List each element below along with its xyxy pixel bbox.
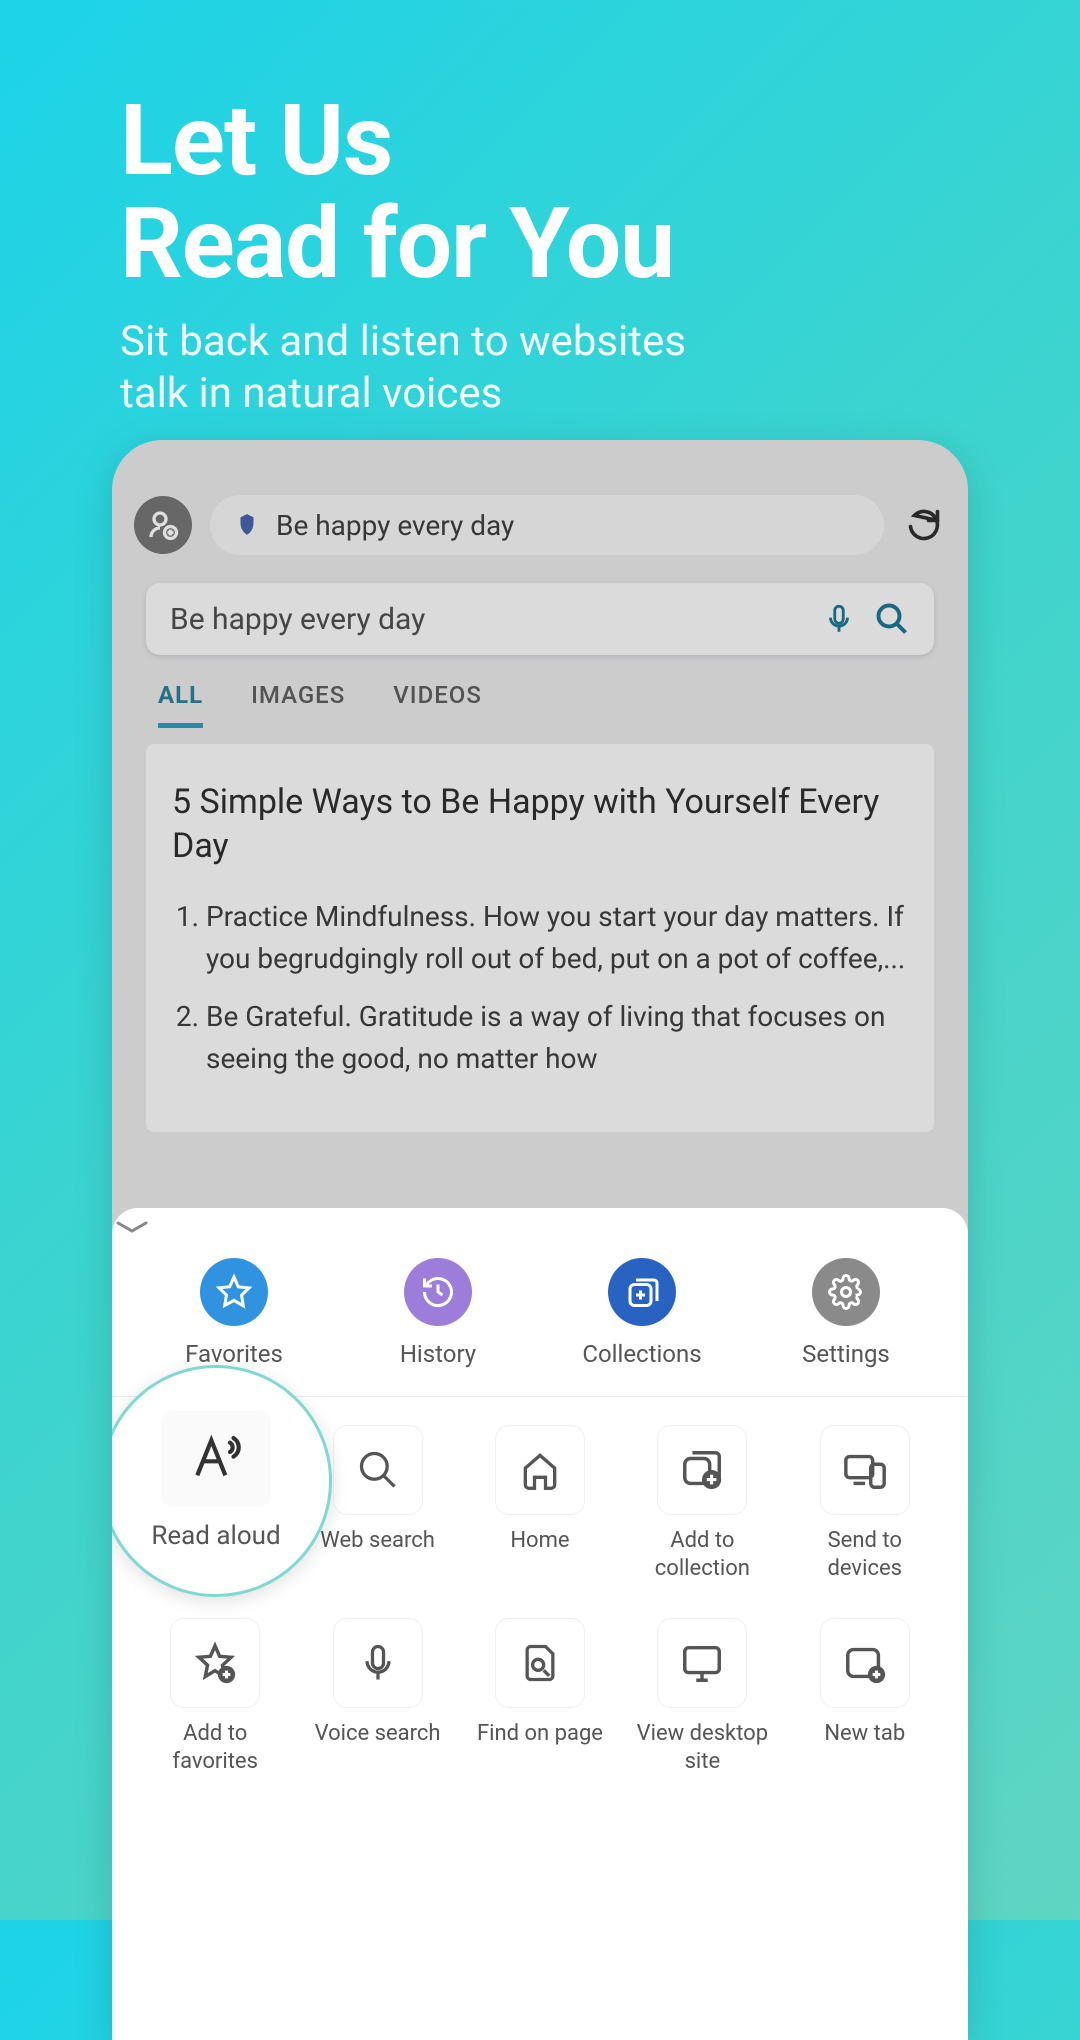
voice-search-tile <box>333 1618 423 1708</box>
history-icon <box>420 1274 456 1310</box>
collections-circle <box>608 1258 676 1326</box>
primary-favorites[interactable]: Favorites <box>159 1258 309 1368</box>
new-tab-label: New tab <box>824 1720 905 1748</box>
sheet-handle[interactable] <box>112 1218 968 1236</box>
monitor-icon <box>679 1640 725 1686</box>
hero-subtitle-line2: talk in natural voices <box>120 369 502 418</box>
find-page-tile <box>495 1618 585 1708</box>
action-add-to-collection[interactable]: Add to collection <box>627 1425 777 1582</box>
action-send-to-devices[interactable]: Send to devices <box>790 1425 940 1582</box>
action-find-on-page[interactable]: Find on page <box>465 1618 615 1748</box>
search-tabs: ALL IMAGES VIDEOS <box>134 655 946 728</box>
collection-add-icon <box>679 1447 725 1493</box>
hero-subtitle-line1: Sit back and listen to websites <box>120 317 686 366</box>
home-label: Home <box>510 1527 569 1555</box>
action-view-desktop-site[interactable]: View desktop site <box>627 1618 777 1775</box>
read-aloud-label: Read aloud <box>151 1521 280 1551</box>
desktop-site-tile <box>657 1618 747 1708</box>
action-home[interactable]: Home <box>465 1425 615 1555</box>
result-list: Practice Mindfulness. How you start your… <box>172 896 908 1080</box>
find-page-icon <box>518 1641 562 1685</box>
find-page-label: Find on page <box>477 1720 603 1748</box>
collections-label: Collections <box>582 1340 701 1368</box>
tab-videos[interactable]: VIDEOS <box>393 681 482 728</box>
reload-icon <box>906 507 942 543</box>
address-bar[interactable]: Be happy every day <box>210 495 884 555</box>
profile-avatar[interactable] <box>134 496 192 554</box>
hero-title-line1: Let Us <box>120 83 392 198</box>
action-add-to-favorites[interactable]: Add to favorites <box>140 1618 290 1775</box>
action-voice-search[interactable]: Voice search <box>303 1618 453 1748</box>
phone-frame: Be happy every day Be happy every day AL… <box>112 440 968 2040</box>
actions-row-2: Add to favorites Voice search Find on pa… <box>112 1590 968 1783</box>
collections-icon <box>624 1274 660 1310</box>
hero-title: Let Us Read for You <box>120 90 960 296</box>
settings-label: Settings <box>802 1340 890 1368</box>
add-favorites-tile <box>170 1618 260 1708</box>
gear-icon <box>828 1274 864 1310</box>
browser-chrome: Be happy every day Be happy every day AL… <box>112 440 968 1148</box>
primary-history[interactable]: History <box>363 1258 513 1368</box>
top-bar: Be happy every day <box>134 495 946 555</box>
desktop-site-label: View desktop site <box>627 1720 777 1775</box>
add-collection-label: Add to collection <box>627 1527 777 1582</box>
devices-icon <box>842 1447 888 1493</box>
primary-collections[interactable]: Collections <box>567 1258 717 1368</box>
hero-title-line2: Read for You <box>120 186 674 301</box>
history-circle <box>404 1258 472 1326</box>
add-collection-tile <box>657 1425 747 1515</box>
search-result-card[interactable]: 5 Simple Ways to Be Happy with Yourself … <box>146 744 934 1132</box>
new-tab-tile <box>820 1618 910 1708</box>
web-search-label: Web search <box>320 1527 435 1555</box>
tab-add-icon <box>842 1640 888 1686</box>
chevron-down-icon <box>112 1218 152 1236</box>
bottom-sheet: Favorites History Collections Settings <box>112 1208 968 2040</box>
primary-settings[interactable]: Settings <box>771 1258 921 1368</box>
read-aloud-tile <box>161 1411 271 1507</box>
result-item-2: Be Grateful. Gratitude is a way of livin… <box>206 996 908 1080</box>
read-aloud-icon <box>188 1431 244 1487</box>
search-icon <box>356 1448 400 1492</box>
microphone-icon <box>356 1641 400 1685</box>
tab-all[interactable]: ALL <box>158 681 203 728</box>
home-icon <box>518 1448 562 1492</box>
microphone-icon[interactable] <box>822 602 856 636</box>
result-title: 5 Simple Ways to Be Happy with Yourself … <box>172 780 908 868</box>
person-add-icon <box>145 507 181 543</box>
search-text: Be happy every day <box>170 602 804 637</box>
search-icon[interactable] <box>874 601 910 637</box>
voice-search-label: Voice search <box>315 1720 441 1748</box>
send-devices-tile <box>820 1425 910 1515</box>
add-favorites-label: Add to favorites <box>140 1720 290 1775</box>
hero-subtitle: Sit back and listen to websites talk in … <box>120 316 960 421</box>
hero-section: Let Us Read for You Sit back and listen … <box>0 0 1080 461</box>
settings-circle <box>812 1258 880 1326</box>
tab-images[interactable]: IMAGES <box>251 681 345 728</box>
lock-icon <box>234 512 260 538</box>
home-tile <box>495 1425 585 1515</box>
star-icon <box>216 1274 252 1310</box>
favorites-circle <box>200 1258 268 1326</box>
action-new-tab[interactable]: New tab <box>790 1618 940 1748</box>
star-add-icon <box>192 1640 238 1686</box>
send-devices-label: Send to devices <box>790 1527 940 1582</box>
result-item-1: Practice Mindfulness. How you start your… <box>206 896 908 980</box>
reload-button[interactable] <box>902 503 946 547</box>
web-search-tile <box>333 1425 423 1515</box>
address-text: Be happy every day <box>276 509 514 542</box>
favorites-label: Favorites <box>185 1340 283 1368</box>
search-field[interactable]: Be happy every day <box>146 583 934 655</box>
history-label: History <box>400 1340 476 1368</box>
